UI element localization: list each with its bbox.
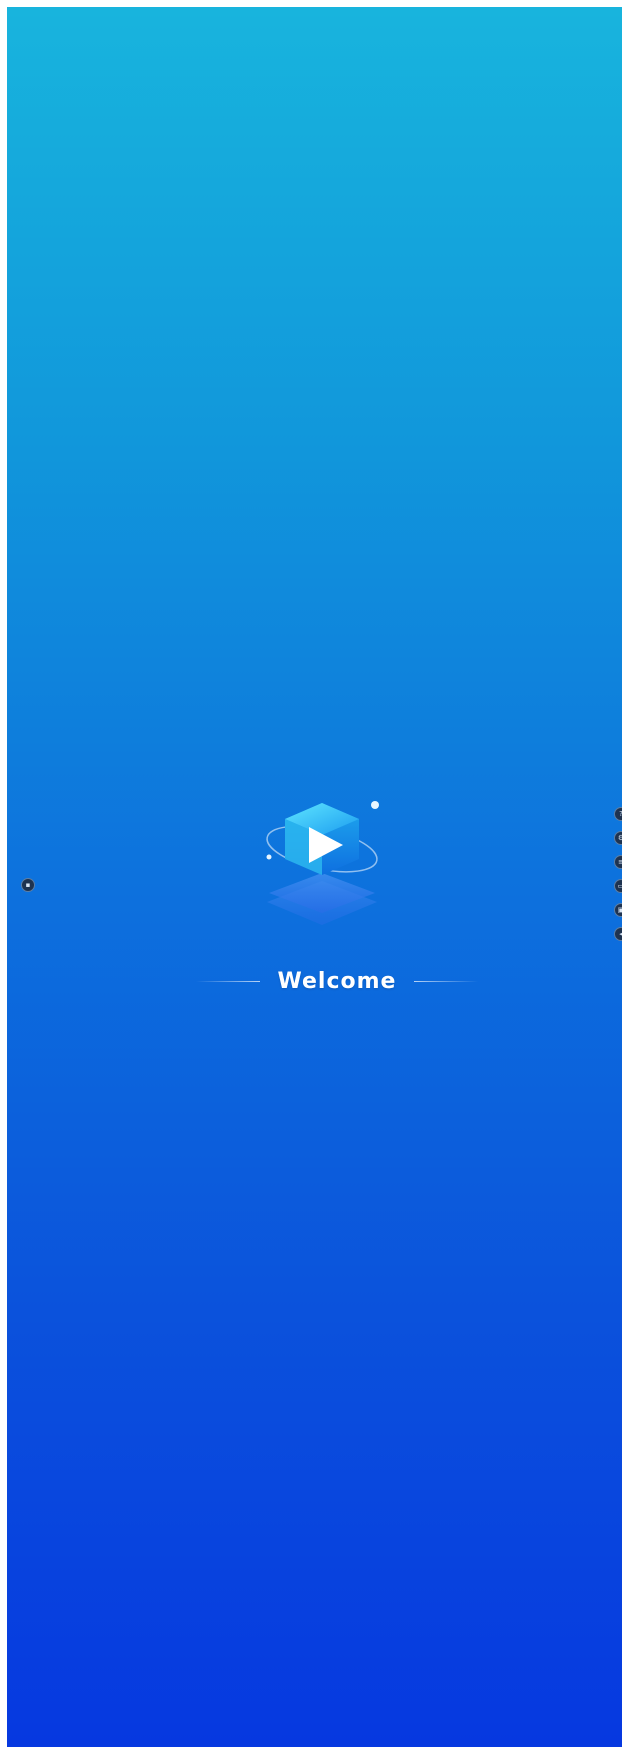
help-icon[interactable]: ? [614,807,622,821]
welcome-title-row: Welcome [187,963,487,999]
divider-right [414,980,479,982]
side-handle-icon[interactable]: ▪ [21,878,35,892]
divider-left [195,980,260,982]
layout-icon[interactable]: ≡ [614,855,622,869]
play-cube-logo-icon [266,801,379,925]
settings-icon[interactable]: ⚙ [614,831,622,845]
window-icon[interactable]: ▭ [614,879,622,893]
welcome-label: Welcome [277,968,397,994]
back-icon[interactable]: ◂ [614,927,622,941]
welcome-screen: Welcome ▪ ? ⚙ ≡ ▭ ▣ ◂ [7,7,622,1747]
screen-icon[interactable]: ▣ [614,903,622,917]
